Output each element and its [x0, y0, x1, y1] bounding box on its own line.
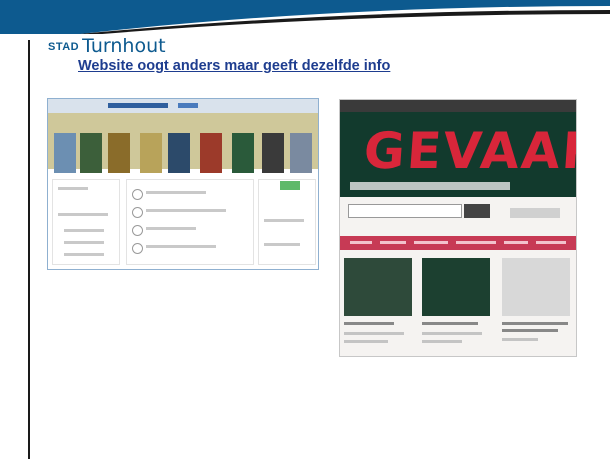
new-site-search-button — [464, 204, 490, 218]
old-site-book-banner — [48, 113, 318, 177]
old-site-header — [48, 99, 318, 113]
logo-city: Turnhout — [82, 35, 166, 57]
new-site-hero: GEVAAR! — [340, 112, 576, 197]
new-site-login — [510, 208, 560, 218]
new-site-search-input — [348, 204, 462, 218]
new-website-screenshot: GEVAAR! — [339, 99, 577, 357]
hero-headline: GEVAAR! — [361, 122, 576, 180]
new-site-topbar — [340, 100, 576, 112]
old-site-green-button — [280, 181, 300, 190]
slide-title: Website oogt anders maar geeft dezelfde … — [78, 58, 391, 74]
card-portrait-1 — [344, 258, 412, 316]
card-gevaar — [422, 258, 490, 316]
card-portrait-2 — [502, 258, 570, 316]
header-swoosh — [0, 0, 610, 34]
old-website-screenshot — [47, 98, 319, 270]
new-site-nav — [340, 236, 576, 250]
old-site-content — [48, 173, 318, 269]
logo-prefix: STAD — [48, 41, 80, 53]
stad-turnhout-logo: STAD Turnhout — [48, 30, 166, 56]
slide: STAD Turnhout Website oogt anders maar g… — [0, 0, 610, 459]
slide-left-border — [28, 40, 30, 459]
